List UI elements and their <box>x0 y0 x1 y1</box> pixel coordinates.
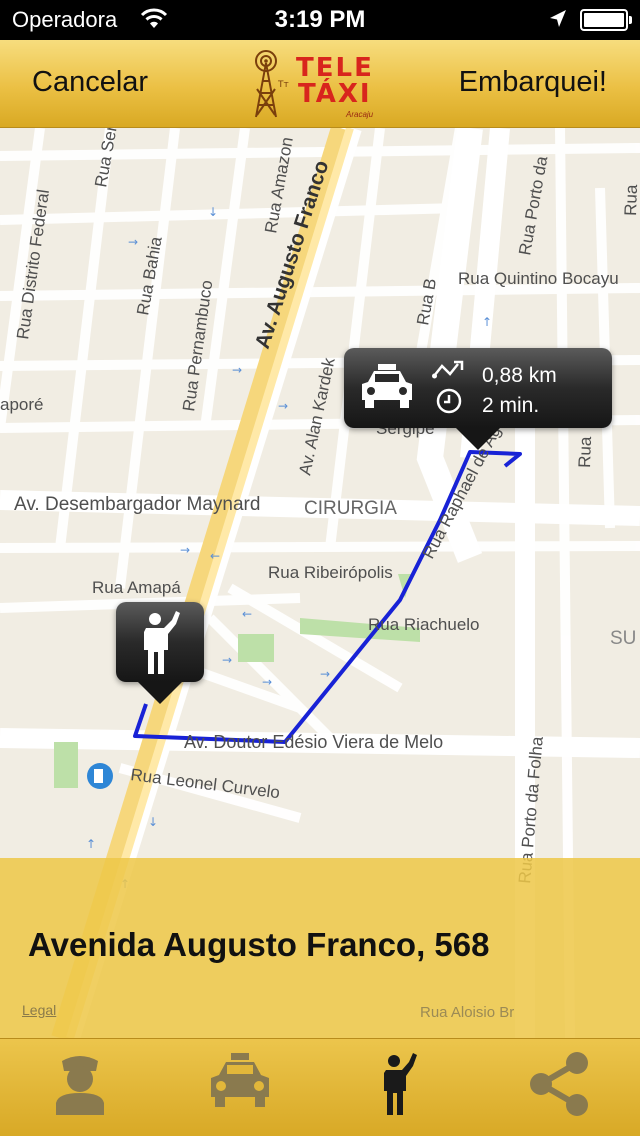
pickup-address: Avenida Augusto Franco, 568 <box>28 926 490 963</box>
map-label-maynard: Av. Desembargador Maynard <box>14 494 260 515</box>
status-bar: Operadora 3:19 PM <box>0 0 640 40</box>
svg-text:↓: ↓ <box>208 205 218 219</box>
map-label-apore: aporé <box>0 395 43 414</box>
map-label-su: SU <box>610 628 636 649</box>
svg-text:Tᴛ: Tᴛ <box>277 80 289 90</box>
logo-city: Aracaju <box>346 110 374 119</box>
svg-text:↑: ↑ <box>482 315 492 329</box>
map-label-aloisio: Rua Aloisio Br <box>420 1004 515 1021</box>
driver-icon <box>56 1056 104 1115</box>
status-time: 3:19 PM <box>274 6 366 33</box>
logo-line2: TÁXI <box>298 79 372 109</box>
svg-text:↓: ↓ <box>148 815 158 829</box>
svg-text:→: → <box>180 543 190 557</box>
address-panel: Avenida Augusto Franco, 568 Rua Aloisio … <box>0 858 640 1038</box>
svg-text:→: → <box>222 653 232 667</box>
map-label-rua-top-right: Rua <box>621 184 640 216</box>
map-label-rua-right: Rua <box>575 436 595 468</box>
svg-text:→: → <box>128 235 138 249</box>
taxi-eta: 2 min. <box>482 394 540 417</box>
hail-person-icon <box>384 1053 417 1115</box>
map-label-cirurgia: CIRURGIA <box>304 498 397 519</box>
tele-taxi-logo: Tᴛ TELE TÁXI Aracaju <box>246 49 396 121</box>
tab-share[interactable] <box>480 1039 640 1136</box>
svg-text:→: → <box>262 675 272 689</box>
battery-icon <box>580 9 632 31</box>
taxi-distance: 0,88 km <box>482 364 557 387</box>
tab-hail[interactable] <box>320 1039 480 1136</box>
tab-taxi[interactable] <box>160 1039 320 1136</box>
user-location-callout[interactable] <box>116 602 204 704</box>
taxi-car-icon <box>362 364 412 408</box>
svg-text:→: → <box>232 363 242 377</box>
svg-text:→: → <box>320 667 330 681</box>
map-label-edesio: Av. Doutor Edésio Viera de Melo <box>184 732 443 752</box>
tab-bar <box>0 1038 640 1136</box>
svg-text:→: → <box>278 399 288 413</box>
clock-icon <box>436 388 462 414</box>
route-distance-icon <box>432 360 464 379</box>
cancel-button[interactable]: Cancelar <box>32 66 148 99</box>
svg-text:↑: ↑ <box>86 837 96 851</box>
location-arrow-icon <box>550 10 566 27</box>
svg-text:←: ← <box>242 607 252 621</box>
map-label-quintino: Rua Quintino Bocayu <box>458 269 619 288</box>
share-icon <box>530 1052 588 1116</box>
map-label-riachuelo: Rua Riachuelo <box>368 615 480 634</box>
taxi-callout[interactable]: 0,88 km 2 min. <box>344 348 612 450</box>
map-label-amapa: Rua Amapá <box>92 578 181 597</box>
embarked-button[interactable]: Embarquei! <box>459 66 607 99</box>
svg-text:←: ← <box>210 549 220 563</box>
taxi-icon <box>211 1053 269 1107</box>
hail-person-icon <box>144 611 180 674</box>
map-legal-link[interactable]: Legal <box>22 1002 56 1018</box>
radio-tower-icon: Tᴛ <box>255 50 289 118</box>
map-label-ribeiropolis: Rua Ribeirópolis <box>268 563 393 582</box>
nav-bar: Cancelar Tᴛ TELE TÁXI Aracaju Embarquei! <box>0 40 640 128</box>
tab-driver[interactable] <box>0 1039 160 1136</box>
